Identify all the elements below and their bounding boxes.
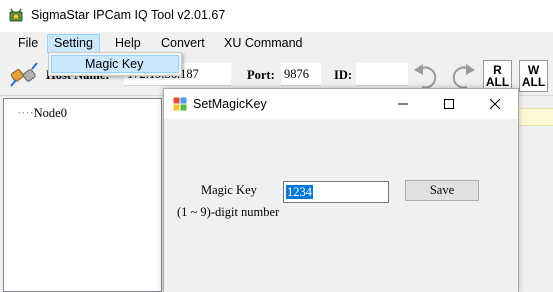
app-logo-icon xyxy=(9,8,23,22)
main-panel-background xyxy=(519,98,553,292)
main-panel-info-bar xyxy=(519,108,553,126)
port-label: Port: xyxy=(247,68,275,82)
port-field[interactable]: 9876 xyxy=(281,63,321,86)
dialog-title: SetMagicKey xyxy=(193,97,267,111)
write-all-line2: ALL xyxy=(521,75,546,89)
id-field[interactable] xyxy=(356,63,408,86)
magic-key-value: 1234 xyxy=(286,185,313,199)
menu-file[interactable]: File xyxy=(12,34,44,53)
close-button[interactable] xyxy=(472,89,518,119)
tree-node-label: Node0 xyxy=(33,106,67,120)
setting-dropdown: Magic Key xyxy=(48,52,182,76)
menu-convert[interactable]: Convert xyxy=(155,34,211,53)
minimize-icon xyxy=(398,103,408,105)
write-all-button[interactable]: W ALL xyxy=(519,60,548,92)
maximize-icon xyxy=(444,99,454,109)
maximize-button[interactable] xyxy=(426,89,472,119)
menu-setting[interactable]: Setting xyxy=(47,34,100,53)
menu-xu-command[interactable]: XU Command xyxy=(218,34,309,53)
tree-connector: ···· xyxy=(17,106,34,120)
connect-icon[interactable] xyxy=(9,60,39,90)
magic-key-hint: (1 ~ 9)-digit number xyxy=(177,205,280,219)
save-button[interactable]: Save xyxy=(405,180,479,201)
node-tree[interactable]: ····Node0 xyxy=(3,98,162,292)
dialog-titlebar: SetMagicKey xyxy=(164,89,518,119)
read-all-line2: ALL xyxy=(485,75,510,89)
close-icon xyxy=(490,99,500,109)
menu-bar: File Setting Help Convert XU Command xyxy=(0,32,553,54)
app-titlebar: SigmaStar IPCam IQ Tool v2.01.67 xyxy=(0,0,553,32)
dialog-app-icon xyxy=(173,97,187,111)
magic-key-input[interactable]: 1234 xyxy=(283,181,389,203)
app-title: SigmaStar IPCam IQ Tool v2.01.67 xyxy=(31,8,226,22)
tree-node[interactable]: ····Node0 xyxy=(17,106,67,121)
menu-help[interactable]: Help xyxy=(109,34,147,53)
minimize-button[interactable] xyxy=(380,89,426,119)
set-magic-key-dialog: SetMagicKey Magic Key (1 ~ 9)-digit numb… xyxy=(163,88,519,292)
magic-key-label: Magic Key xyxy=(201,183,257,197)
menu-item-magic-key[interactable]: Magic Key xyxy=(51,55,179,73)
id-label: ID: xyxy=(334,68,353,82)
